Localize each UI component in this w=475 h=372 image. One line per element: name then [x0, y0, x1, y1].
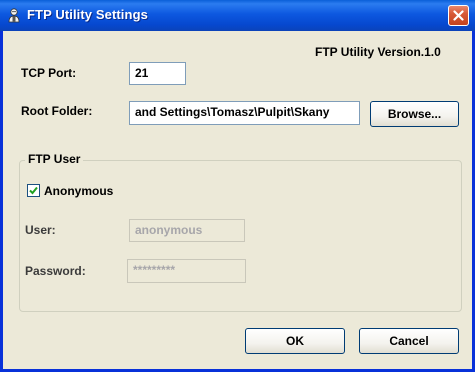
ftp-app-icon [6, 7, 22, 23]
checkmark-icon [29, 186, 38, 195]
title-bar[interactable]: FTP Utility Settings [0, 0, 475, 31]
close-icon [453, 10, 464, 21]
settings-dialog: FTP Utility Settings FTP Utility Version… [0, 0, 475, 372]
close-button[interactable] [448, 5, 469, 26]
root-folder-input[interactable]: and Settings\Tomasz\Pulpit\Skany [129, 101, 360, 125]
tcp-port-label: TCP Port: [21, 66, 77, 80]
tcp-port-input[interactable]: 21 [129, 62, 186, 85]
anonymous-label[interactable]: Anonymous [44, 184, 113, 198]
user-input[interactable]: anonymous [129, 219, 245, 242]
version-text: FTP Utility Version.1.0 [315, 45, 441, 59]
ok-button[interactable]: OK [245, 328, 345, 354]
password-label: Password: [25, 264, 86, 278]
anonymous-checkbox[interactable] [27, 184, 40, 197]
cancel-button[interactable]: Cancel [359, 328, 459, 354]
root-folder-label: Root Folder: [21, 104, 93, 118]
ftp-user-group-label: FTP User [25, 152, 84, 166]
browse-button[interactable]: Browse... [370, 101, 459, 127]
user-label: User: [25, 223, 56, 237]
window-title: FTP Utility Settings [27, 7, 148, 22]
password-input[interactable]: ********* [127, 259, 246, 283]
